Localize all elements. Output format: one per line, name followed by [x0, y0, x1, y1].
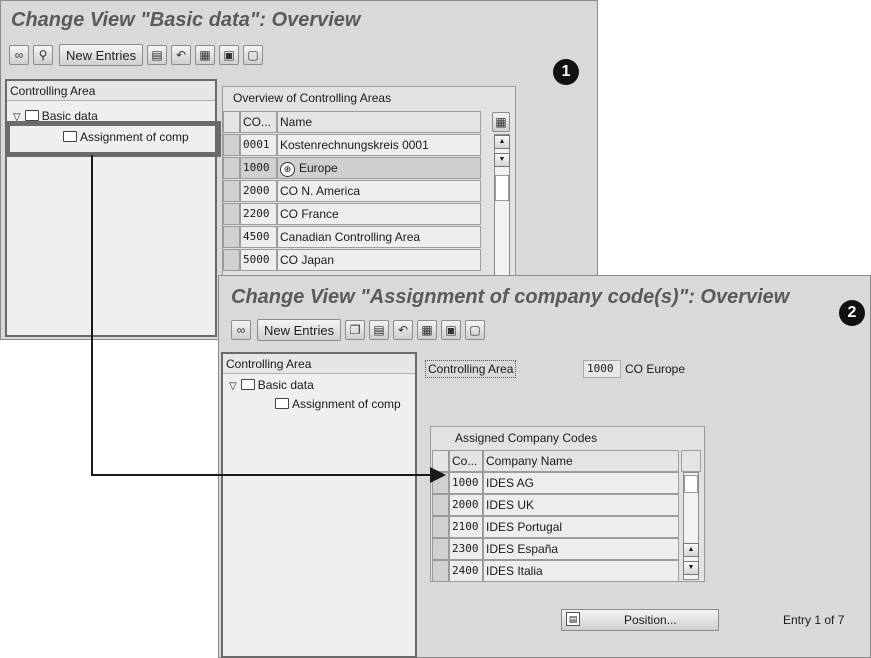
cursor-icon: ⊕	[280, 162, 295, 177]
scroll-thumb[interactable]	[495, 175, 509, 201]
row-selector[interactable]	[223, 249, 240, 271]
folder-icon	[240, 379, 255, 390]
cell-name[interactable]: CO France	[277, 203, 481, 225]
window1-tree-panel: Controlling Area ▽ Basic data Assignment …	[5, 79, 217, 337]
deselect-all-icon[interactable]: ▢	[465, 320, 486, 340]
cell-name[interactable]: IDES AG	[483, 472, 679, 494]
cell-code[interactable]: 5000	[240, 249, 277, 271]
row-selector[interactable]	[432, 516, 449, 538]
cell-name[interactable]: IDES España	[483, 538, 679, 560]
glasses-icon[interactable]: ∞	[9, 45, 29, 65]
cell-code[interactable]: 2300	[449, 538, 483, 560]
table-settings-cell[interactable]	[681, 450, 701, 472]
row-selector[interactable]	[223, 203, 240, 225]
glasses-icon[interactable]: ∞	[231, 320, 251, 340]
step-badge-2: 2	[839, 300, 865, 326]
cell-code[interactable]: 2000	[240, 180, 277, 202]
window2-tree-panel: Controlling Area ▽ Basic data Assignment …	[221, 352, 417, 658]
cell-name[interactable]: ⊕ Europe	[277, 157, 481, 179]
scroll-down-icon[interactable]: ▼	[683, 561, 699, 575]
window2-toolbar: ∞ New Entries ❐ ▤ ↶ ▦ ▣ ▢	[231, 318, 486, 342]
save-icon[interactable]: ▤	[369, 320, 390, 340]
cell-name[interactable]: CO Japan	[277, 249, 481, 271]
undo-icon[interactable]: ↶	[393, 320, 414, 340]
select-all-rows[interactable]	[432, 450, 449, 472]
scroll-thumb[interactable]	[684, 475, 698, 493]
tree-node-label: Basic data	[257, 378, 314, 392]
row-selector[interactable]	[432, 538, 449, 560]
folder-open-icon	[24, 110, 39, 121]
controlling-area-label: Controlling Area	[425, 360, 517, 378]
select-all-icon[interactable]: ▦	[195, 45, 216, 65]
table-title: Assigned Company Codes	[455, 431, 598, 445]
table-scrollbar[interactable]: ▲ ▼	[683, 472, 699, 580]
cell-code[interactable]: 2400	[449, 560, 483, 582]
scroll-down-icon[interactable]: ▼	[494, 153, 510, 167]
window1-title: Change View "Basic data": Overview	[11, 9, 361, 31]
table-title: Overview of Controlling Areas	[233, 91, 392, 105]
cell-name[interactable]: CO N. America	[277, 180, 481, 202]
cell-name[interactable]: Canadian Controlling Area	[277, 226, 481, 248]
select-block-icon[interactable]: ▣	[219, 45, 240, 65]
cell-code[interactable]: 2000	[449, 494, 483, 516]
new-entries-button[interactable]: New Entries	[257, 319, 342, 341]
controlling-area-value[interactable]: 1000	[583, 360, 621, 378]
scroll-up-icon[interactable]: ▲	[683, 543, 699, 557]
highlight-box	[5, 121, 221, 157]
undo-icon[interactable]: ↶	[171, 45, 192, 65]
row-selector[interactable]	[223, 157, 240, 179]
cell-name[interactable]: IDES UK	[483, 494, 679, 516]
cell-code[interactable]: 2100	[449, 516, 483, 538]
table-settings-icon[interactable]: ▦	[492, 112, 510, 132]
new-entries-button[interactable]: New Entries	[59, 44, 144, 66]
save-icon[interactable]: ▤	[147, 45, 168, 65]
cell-name-text: Europe	[299, 161, 338, 175]
entry-info: Entry 1 of 7	[783, 613, 845, 627]
cell-code[interactable]: 4500	[240, 226, 277, 248]
row-selector[interactable]	[223, 226, 240, 248]
tree-node-assignment[interactable]: Assignment of comp	[275, 395, 401, 413]
tree-header: Controlling Area	[223, 354, 415, 374]
row-selector[interactable]	[432, 494, 449, 516]
tree-header: Controlling Area	[7, 81, 215, 101]
cell-code[interactable]: 1000	[449, 472, 483, 494]
folder-open-icon	[275, 398, 289, 409]
copy-icon[interactable]: ❐	[345, 320, 366, 340]
col-header-name[interactable]: Company Name	[483, 450, 679, 472]
select-all-rows[interactable]	[223, 111, 240, 133]
table-scrollbar[interactable]: ▲ ▼	[494, 134, 510, 284]
scroll-up-icon[interactable]: ▲	[494, 135, 510, 149]
select-block-icon[interactable]: ▣	[441, 320, 462, 340]
cell-name[interactable]: Kostenrechnungskreis 0001	[277, 134, 481, 156]
position-button[interactable]: ▤ Position...	[561, 609, 719, 631]
position-label: Position...	[624, 613, 677, 627]
position-icon: ▤	[566, 612, 580, 626]
collapse-triangle-icon[interactable]: ▽	[229, 378, 237, 396]
row-selector[interactable]	[223, 134, 240, 156]
window2-title: Change View "Assignment of company code(…	[231, 286, 790, 308]
controlling-area-desc: CO Europe	[625, 362, 686, 376]
row-selector[interactable]	[432, 560, 449, 582]
row-selector[interactable]	[432, 472, 449, 494]
window-assignment: Change View "Assignment of company code(…	[218, 275, 871, 658]
window1-toolbar: ∞ ⚲ New Entries ▤ ↶ ▦ ▣ ▢	[9, 43, 264, 67]
col-header-name[interactable]: Name	[277, 111, 481, 133]
cell-code[interactable]: 0001	[240, 134, 277, 156]
row-selector[interactable]	[223, 180, 240, 202]
cell-code[interactable]: 2200	[240, 203, 277, 225]
col-header-code[interactable]: CO...	[240, 111, 277, 133]
deselect-all-icon[interactable]: ▢	[243, 45, 264, 65]
tree-node-label: Assignment of comp	[292, 397, 401, 411]
col-header-code[interactable]: Co...	[449, 450, 483, 472]
find-icon[interactable]: ⚲	[33, 45, 53, 65]
tree-node-basic-data[interactable]: ▽ Basic data	[229, 376, 314, 396]
cell-code[interactable]: 1000	[240, 157, 277, 179]
step-badge-1: 1	[553, 59, 579, 85]
cell-name[interactable]: IDES Italia	[483, 560, 679, 582]
cell-name[interactable]: IDES Portugal	[483, 516, 679, 538]
select-all-icon[interactable]: ▦	[417, 320, 438, 340]
